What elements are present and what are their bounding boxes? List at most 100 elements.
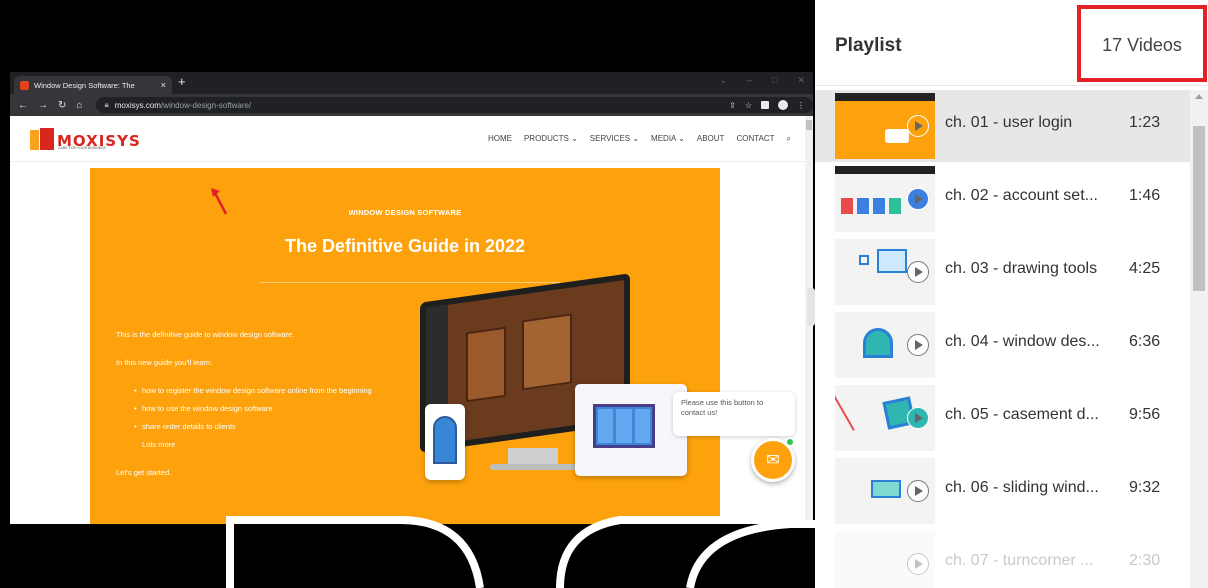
site-nav: HOME PRODUCTS ⌄ SERVICES ⌄ MEDIA ⌄ ABOUT… bbox=[488, 134, 791, 144]
playlist-item-5[interactable]: ch. 05 - casement d... 9:56 bbox=[815, 382, 1190, 454]
omnibox-actions: ⇪ ☆ ⋮ bbox=[729, 100, 805, 110]
playlist-panel: Playlist 17 Videos ch. 01 - user login 1… bbox=[815, 0, 1208, 588]
logo-mark-icon bbox=[30, 128, 54, 150]
video-thumbnail bbox=[835, 385, 935, 451]
panel-resize-handle[interactable] bbox=[807, 288, 815, 326]
close-window-icon[interactable]: ✕ bbox=[797, 75, 805, 86]
browser-tab[interactable]: Window Design Software: The × bbox=[14, 76, 172, 94]
nav-products[interactable]: PRODUCTS ⌄ bbox=[524, 134, 578, 144]
red-arrow-annotation bbox=[211, 188, 228, 215]
url-input[interactable]: 🔒︎ moxisys.com /window-design-software/ … bbox=[96, 97, 813, 113]
nav-home[interactable]: HOME bbox=[488, 134, 512, 144]
video-thumbnail bbox=[835, 166, 935, 232]
nav-contact[interactable]: CONTACT bbox=[736, 134, 774, 144]
hero-eyebrow: WINDOW DESIGN SOFTWARE bbox=[348, 208, 462, 217]
play-icon bbox=[907, 407, 929, 429]
hero-divider bbox=[260, 282, 560, 283]
video-title: ch. 04 - window des... bbox=[945, 333, 1100, 350]
logo-tagline: CARE FOR YOUR BUSINESS bbox=[58, 146, 106, 150]
restore-icon[interactable]: – bbox=[747, 75, 752, 86]
lock-icon: 🔒︎ bbox=[104, 100, 109, 109]
monitor-stand-base bbox=[490, 464, 580, 470]
play-icon bbox=[907, 480, 929, 502]
hero-cta: Let's get started. bbox=[116, 468, 172, 477]
url-host: moxisys.com bbox=[114, 100, 161, 110]
playlist-item-3[interactable]: ch. 03 - drawing tools 4:25 bbox=[815, 236, 1190, 308]
scroll-up-icon[interactable] bbox=[1195, 94, 1203, 99]
hero-bullet-list: how to register the window design softwa… bbox=[134, 382, 416, 436]
video-duration: 9:32 bbox=[1129, 479, 1161, 496]
profile-avatar-icon[interactable] bbox=[778, 100, 788, 110]
forward-icon[interactable]: → bbox=[38, 100, 48, 111]
playlist-item-1[interactable]: ch. 01 - user login 1:23 bbox=[815, 90, 1190, 162]
video-duration: 1:23 bbox=[1129, 114, 1161, 131]
hero-section: WINDOW DESIGN SOFTWARE The Definitive Gu… bbox=[90, 168, 720, 524]
browser-address-bar: ← → ↻ ⌂ 🔒︎ moxisys.com /window-design-so… bbox=[10, 94, 813, 116]
chat-tooltip: Please use this button to contact us! bbox=[673, 392, 795, 436]
home-icon[interactable]: ⌂ bbox=[76, 100, 82, 111]
playlist-scrollbar[interactable] bbox=[1190, 90, 1208, 588]
reload-icon[interactable]: ↻ bbox=[58, 100, 66, 111]
minimize-icon[interactable]: ⌄ bbox=[719, 75, 727, 86]
mail-icon: ✉ bbox=[766, 452, 780, 469]
site-logo[interactable]: MOXISYS CARE FOR YOUR BUSINESS bbox=[30, 128, 141, 150]
playlist-list: ch. 01 - user login 1:23 ch. 02 - accoun… bbox=[815, 90, 1190, 588]
list-item: how to use the window design software bbox=[134, 400, 416, 418]
hero-title: The Definitive Guide in 2022 bbox=[284, 236, 526, 256]
video-frame[interactable]: Window Design Software: The × + ⌄ – □ ✕ … bbox=[10, 72, 813, 524]
phone-illustration bbox=[425, 404, 465, 480]
play-icon bbox=[907, 261, 929, 283]
more-menu-icon[interactable]: ⋮ bbox=[797, 101, 805, 110]
video-duration: 6:36 bbox=[1129, 333, 1161, 350]
back-icon[interactable]: ← bbox=[18, 100, 28, 111]
maximize-icon[interactable]: □ bbox=[772, 75, 777, 86]
window-preview-illustration bbox=[575, 384, 687, 476]
video-title: ch. 01 - user login bbox=[945, 114, 1073, 131]
share-icon[interactable]: ⇪ bbox=[729, 101, 736, 110]
sidebar-icon[interactable] bbox=[761, 101, 769, 109]
list-item: how to register the window design softwa… bbox=[134, 382, 416, 400]
video-player[interactable]: Window Design Software: The × + ⌄ – □ ✕ … bbox=[0, 0, 815, 588]
play-icon bbox=[907, 553, 929, 575]
playlist-item-2[interactable]: ch. 02 - account set... 1:46 bbox=[815, 163, 1190, 235]
video-thumbnail bbox=[835, 93, 935, 159]
site-header: MOXISYS CARE FOR YOUR BUSINESS HOME PROD… bbox=[10, 116, 805, 162]
hero-intro: This is the definitive guide to window d… bbox=[116, 330, 295, 339]
site-favicon-icon bbox=[20, 80, 29, 90]
search-icon[interactable]: ⌕ bbox=[787, 134, 791, 144]
url-path: /window-design-software/ bbox=[160, 100, 252, 110]
video-title: ch. 07 - turncorner ... bbox=[945, 552, 1094, 569]
video-thumbnail bbox=[835, 531, 935, 588]
scrollbar-thumb[interactable] bbox=[1193, 126, 1205, 291]
browser-tab-title: Window Design Software: The bbox=[34, 80, 135, 90]
bookmark-star-icon[interactable]: ☆ bbox=[745, 101, 752, 110]
video-count: 17 Videos bbox=[1102, 35, 1182, 55]
browser-tab-bar: Window Design Software: The × + ⌄ – □ ✕ bbox=[10, 72, 813, 94]
browser-nav-buttons: ← → ↻ ⌂ bbox=[18, 100, 82, 111]
video-thumbnail bbox=[835, 312, 935, 378]
video-title: ch. 03 - drawing tools bbox=[945, 260, 1098, 277]
play-icon bbox=[907, 188, 929, 210]
video-duration: 2:30 bbox=[1129, 552, 1161, 569]
video-title: ch. 05 - casement d... bbox=[945, 406, 1099, 423]
playlist-item-7[interactable]: ch. 07 - turncorner ... 2:30 bbox=[815, 528, 1190, 588]
nav-services[interactable]: SERVICES ⌄ bbox=[590, 134, 639, 144]
playlist-item-6[interactable]: ch. 06 - sliding wind... 9:32 bbox=[815, 455, 1190, 527]
playlist-item-4[interactable]: ch. 04 - window des... 6:36 bbox=[815, 309, 1190, 381]
video-thumbnail bbox=[835, 458, 935, 524]
close-icon[interactable]: × bbox=[161, 80, 166, 90]
video-duration: 9:56 bbox=[1129, 406, 1161, 423]
video-thumbnail bbox=[835, 239, 935, 305]
window-controls: ⌄ – □ ✕ bbox=[719, 75, 805, 86]
nav-media[interactable]: MEDIA ⌄ bbox=[651, 134, 685, 144]
video-title: ch. 02 - account set... bbox=[945, 187, 1098, 204]
playlist-header: Playlist 17 Videos bbox=[815, 0, 1208, 86]
nav-about[interactable]: ABOUT bbox=[697, 134, 725, 144]
new-tab-button[interactable]: + bbox=[178, 75, 186, 89]
online-status-dot bbox=[786, 438, 794, 446]
play-icon bbox=[907, 334, 929, 356]
hero-learn-heading: In this new guide you'll learn: bbox=[116, 358, 213, 367]
play-icon bbox=[907, 115, 929, 137]
playlist-title: Playlist bbox=[835, 35, 902, 56]
hero-copy: This is the definitive guide to window d… bbox=[116, 326, 416, 482]
